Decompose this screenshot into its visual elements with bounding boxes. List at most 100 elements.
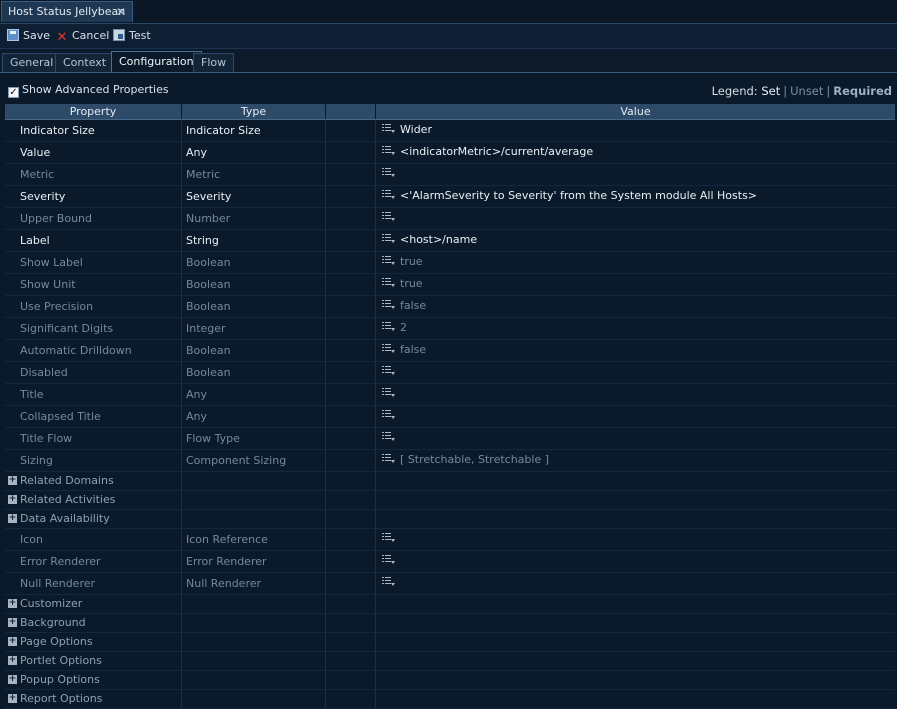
- property-row[interactable]: Upper Bound Number: [5, 208, 895, 230]
- property-value[interactable]: [376, 406, 895, 427]
- property-row[interactable]: Show Label Boolean true: [5, 252, 895, 274]
- list-menu-icon[interactable]: [382, 577, 395, 586]
- legend: Legend: Set | Unset | Required: [711, 84, 892, 98]
- property-value[interactable]: false: [376, 340, 895, 361]
- property-row[interactable]: Value Any <indicatorMetric>/current/averag…: [5, 142, 895, 164]
- list-menu-icon[interactable]: [382, 344, 395, 353]
- property-row[interactable]: Sizing Component Sizing [ Stretchable, Str…: [5, 450, 895, 472]
- list-menu-icon[interactable]: [382, 146, 395, 155]
- list-menu-icon[interactable]: [382, 533, 395, 542]
- property-row[interactable]: Null Renderer Null Renderer: [5, 573, 895, 595]
- property-value[interactable]: [376, 573, 895, 594]
- close-icon[interactable]: ✕: [116, 2, 126, 22]
- property-row[interactable]: Indicator Size Indicator Size Wider: [5, 120, 895, 142]
- section-name[interactable]: + Popup Options: [5, 671, 182, 689]
- property-value[interactable]: Wider: [376, 120, 895, 141]
- property-row[interactable]: Title Any: [5, 384, 895, 406]
- property-value[interactable]: [376, 164, 895, 185]
- section-name[interactable]: + Portlet Options: [5, 652, 182, 670]
- plus-box-icon[interactable]: +: [8, 618, 17, 627]
- list-menu-icon[interactable]: [382, 124, 395, 133]
- section-row[interactable]: + Portlet Options: [5, 652, 895, 671]
- plus-box-icon[interactable]: +: [8, 637, 17, 646]
- advanced-label: Show Advanced Properties: [22, 83, 169, 96]
- property-row[interactable]: Significant Digits Integer 2: [5, 318, 895, 340]
- list-menu-icon[interactable]: [382, 234, 395, 243]
- property-row[interactable]: Icon Icon Reference: [5, 529, 895, 551]
- section-name[interactable]: + Background: [5, 614, 182, 632]
- property-value[interactable]: [376, 362, 895, 383]
- plus-box-icon[interactable]: +: [8, 514, 17, 523]
- section-name[interactable]: + Related Activities: [5, 491, 182, 509]
- property-row[interactable]: Severity Severity <'AlarmSeverity to Sever…: [5, 186, 895, 208]
- list-menu-icon[interactable]: [382, 168, 395, 177]
- property-row[interactable]: Title Flow Flow Type: [5, 428, 895, 450]
- property-value[interactable]: <'AlarmSeverity to Severity' from the Sy…: [376, 186, 895, 207]
- list-menu-icon[interactable]: [382, 212, 395, 221]
- property-row[interactable]: Disabled Boolean: [5, 362, 895, 384]
- tab-flow[interactable]: Flow: [193, 53, 235, 72]
- property-row[interactable]: Error Renderer Error Renderer: [5, 551, 895, 573]
- list-menu-icon[interactable]: [382, 300, 395, 309]
- list-menu-icon[interactable]: [382, 366, 395, 375]
- list-menu-icon[interactable]: [382, 410, 395, 419]
- list-menu-icon[interactable]: [382, 278, 395, 287]
- property-value[interactable]: 2: [376, 318, 895, 339]
- property-row[interactable]: Metric Metric: [5, 164, 895, 186]
- property-row[interactable]: Collapsed Title Any: [5, 406, 895, 428]
- section-row[interactable]: + Popup Options: [5, 671, 895, 690]
- list-menu-icon[interactable]: [382, 190, 395, 199]
- tab-general[interactable]: General: [2, 53, 62, 72]
- list-menu-icon[interactable]: [382, 555, 395, 564]
- header-value[interactable]: Value: [376, 104, 895, 119]
- plus-box-icon[interactable]: +: [8, 656, 17, 665]
- section-name[interactable]: + Data Availability: [5, 510, 182, 528]
- property-value[interactable]: <indicatorMetric>/current/average: [376, 142, 895, 163]
- section-row[interactable]: + Related Activities: [5, 491, 895, 510]
- plus-box-icon[interactable]: +: [8, 599, 17, 608]
- property-row[interactable]: Label String <host>/name: [5, 230, 895, 252]
- document-tab[interactable]: Host Status Jellybean ✕: [1, 1, 133, 22]
- header-property[interactable]: Property: [5, 104, 182, 119]
- property-value[interactable]: [ Stretchable, Stretchable ]: [376, 450, 895, 471]
- property-value[interactable]: true: [376, 252, 895, 273]
- property-value[interactable]: [376, 551, 895, 572]
- property-row[interactable]: Use Precision Boolean false: [5, 296, 895, 318]
- section-name[interactable]: + Page Options: [5, 633, 182, 651]
- section-row[interactable]: + Background: [5, 614, 895, 633]
- advanced-checkbox[interactable]: ✓: [8, 87, 19, 98]
- property-value[interactable]: [376, 384, 895, 405]
- cancel-button[interactable]: ✕ Cancel: [56, 28, 110, 44]
- property-value[interactable]: [376, 208, 895, 229]
- property-value[interactable]: [376, 428, 895, 449]
- plus-box-icon[interactable]: +: [8, 675, 17, 684]
- property-value[interactable]: <host>/name: [376, 230, 895, 251]
- plus-box-icon[interactable]: +: [8, 694, 17, 703]
- list-menu-icon[interactable]: [382, 432, 395, 441]
- section-name[interactable]: + Customizer: [5, 595, 182, 613]
- tab-context[interactable]: Context: [55, 53, 115, 72]
- tab-configuration[interactable]: Configuration: [111, 51, 202, 72]
- list-menu-icon[interactable]: [382, 388, 395, 397]
- row-spacer: [326, 406, 376, 427]
- property-row[interactable]: Show Unit Boolean true: [5, 274, 895, 296]
- header-type[interactable]: Type: [182, 104, 326, 119]
- plus-box-icon[interactable]: +: [8, 476, 17, 485]
- plus-box-icon[interactable]: +: [8, 495, 17, 504]
- list-menu-icon[interactable]: [382, 322, 395, 331]
- row-spacer: [326, 142, 376, 163]
- property-value[interactable]: true: [376, 274, 895, 295]
- property-value[interactable]: [376, 529, 895, 550]
- test-button[interactable]: Test: [113, 28, 151, 44]
- section-row[interactable]: + Data Availability: [5, 510, 895, 529]
- section-row[interactable]: + Page Options: [5, 633, 895, 652]
- section-name[interactable]: + Related Domains: [5, 472, 182, 490]
- save-button[interactable]: Save: [7, 28, 50, 44]
- section-row[interactable]: + Related Domains: [5, 472, 895, 491]
- section-row[interactable]: + Customizer: [5, 595, 895, 614]
- property-value[interactable]: false: [376, 296, 895, 317]
- list-menu-icon[interactable]: [382, 256, 395, 265]
- list-menu-icon[interactable]: [382, 454, 395, 463]
- show-advanced-properties[interactable]: ✓ Show Advanced Properties: [8, 82, 169, 98]
- property-row[interactable]: Automatic Drilldown Boolean false: [5, 340, 895, 362]
